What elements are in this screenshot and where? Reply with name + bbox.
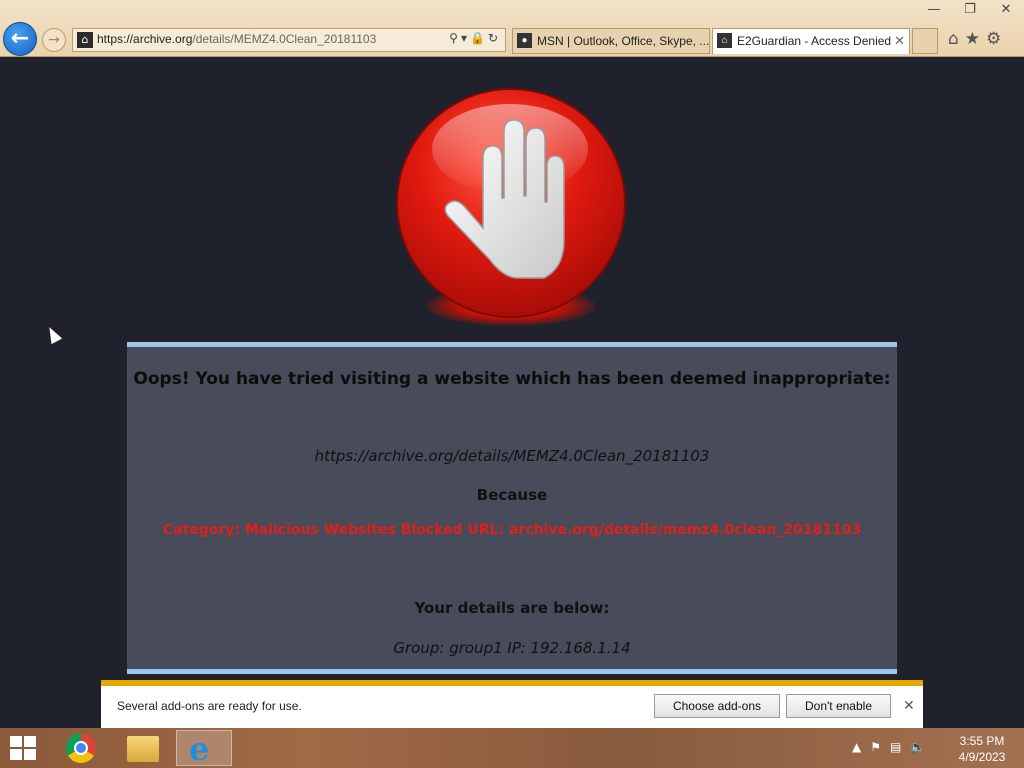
back-button[interactable]: ←	[3, 22, 37, 56]
block-title: Oops! You have tried visiting a website …	[133, 369, 891, 389]
clock-time: 3:55 PM	[959, 734, 1005, 748]
notification-text: Several add-ons are ready for use.	[117, 699, 302, 713]
hand-shape	[444, 119, 565, 279]
browser-right-icons[interactable]: ⌂★⚙	[948, 29, 1007, 49]
dont-enable-button[interactable]: Don't enable	[786, 694, 891, 718]
lock-icon: 🔒	[469, 31, 488, 45]
flag-icon: ⚑	[870, 740, 890, 754]
mouse-cursor-icon	[44, 324, 63, 345]
taskbar: e ▲⚑▤🔈 3:55 PM 4/9/2023	[0, 728, 1024, 768]
choose-addons-button[interactable]: Choose add-ons	[654, 694, 780, 718]
block-message-panel: Oops! You have tried visiting a website …	[127, 342, 897, 674]
volume-icon: 🔈	[910, 740, 935, 754]
internet-explorer-icon[interactable]: e	[176, 730, 232, 766]
refresh-icon: ↻	[487, 31, 501, 45]
restore-icon[interactable]: ❐	[952, 0, 988, 20]
block-reason: Category: Malicious Websites Blocked URL…	[162, 522, 862, 538]
network-icon: ▤	[890, 740, 911, 754]
new-tab-button[interactable]	[912, 28, 938, 54]
tab-msn[interactable]: ● MSN | Outlook, Office, Skype, ...	[512, 28, 710, 54]
gear-icon[interactable]: ⚙	[986, 29, 1007, 49]
window-controls: — ❐ ✕	[916, 0, 1024, 20]
because-label: Because	[476, 486, 548, 504]
tab-e2guardian[interactable]: ⌂ E2Guardian - Access Denied ✕	[712, 28, 910, 54]
site-favicon-icon: ⌂	[77, 32, 93, 48]
blocked-url: https://archive.org/details/MEMZ4.0Clean…	[314, 447, 710, 465]
close-tab-icon[interactable]: ✕	[894, 33, 905, 49]
close-notification-icon[interactable]: ✕	[903, 697, 915, 714]
details-heading: Your details are below:	[414, 599, 610, 617]
clock[interactable]: 3:55 PM 4/9/2023	[952, 733, 1012, 765]
start-icon[interactable]	[10, 736, 36, 760]
browser-toolbar: — ❐ ✕ ← → ⌂ https://archive.org/details/ME…	[0, 0, 1024, 57]
home-icon[interactable]: ⌂	[948, 29, 965, 49]
clock-date: 4/9/2023	[958, 750, 1006, 764]
forward-button[interactable]: →	[42, 28, 66, 52]
chevron-up-icon: ▲	[852, 740, 871, 754]
file-explorer-icon[interactable]	[114, 730, 170, 766]
stop-hand-icon	[398, 90, 628, 335]
close-window-icon[interactable]: ✕	[988, 0, 1024, 20]
address-icons[interactable]: ⚲▾🔒↻	[449, 31, 501, 45]
search-icon: ⚲	[449, 31, 461, 45]
chrome-icon[interactable]	[52, 730, 108, 766]
tab-label: E2Guardian - Access Denied	[737, 34, 892, 48]
address-url: https://archive.org/details/MEMZ4.0Clean…	[97, 32, 377, 46]
group-ip-info: Group: group1 IP: 192.168.1.14	[393, 639, 631, 657]
address-bar[interactable]: ⌂ https://archive.org/details/MEMZ4.0Cle…	[72, 28, 506, 52]
system-tray[interactable]: ▲⚑▤🔈	[852, 740, 934, 754]
star-icon[interactable]: ★	[965, 29, 986, 49]
minimize-icon[interactable]: —	[916, 0, 952, 20]
msn-favicon-icon: ●	[517, 33, 532, 48]
addons-notification-bar: Several add-ons are ready for use. Choos…	[101, 680, 923, 728]
dropdown-icon: ▾	[460, 31, 470, 45]
archive-favicon-icon: ⌂	[717, 33, 732, 48]
tab-label: MSN | Outlook, Office, Skype, ...	[537, 34, 710, 48]
